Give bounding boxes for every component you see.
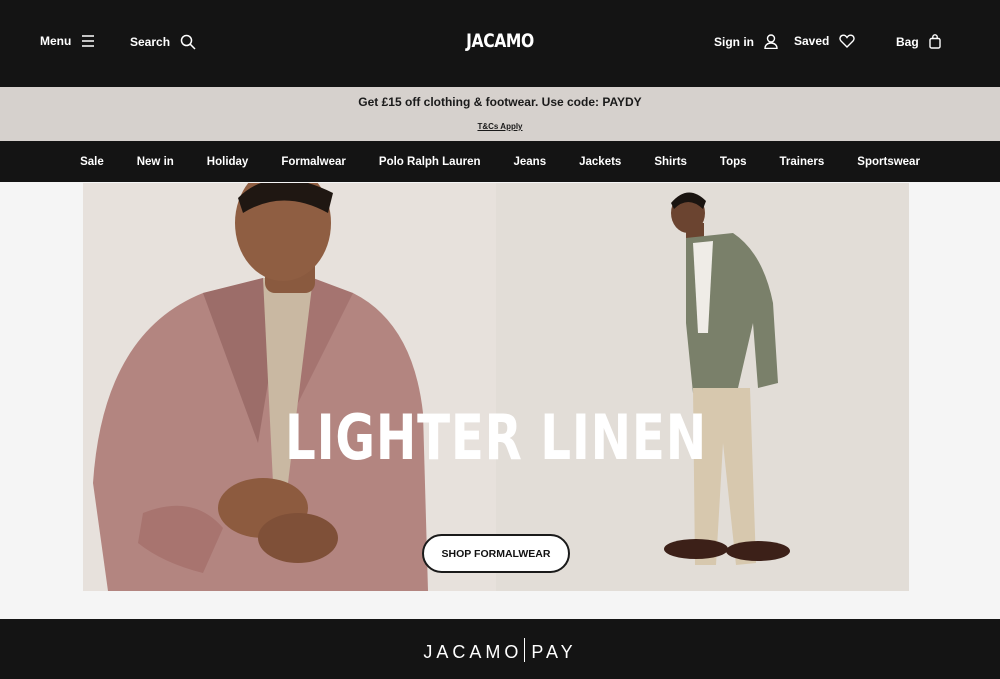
hero-model-left-image	[93, 183, 428, 591]
jacamo-pay-banner[interactable]: JACAMO PAY	[0, 619, 1000, 679]
user-icon	[764, 34, 778, 49]
nav-item-sale[interactable]: Sale	[80, 156, 104, 168]
saved-label: Saved	[794, 34, 830, 48]
nav-item-formalwear[interactable]: Formalwear	[281, 156, 346, 168]
pay-logo-left: JACAMO	[423, 641, 523, 662]
bag-button[interactable]: Bag	[896, 34, 941, 49]
bag-label: Bag	[896, 34, 919, 49]
jacamo-pay-logo: JACAMO PAY	[0, 638, 1000, 665]
menu-button[interactable]: Menu	[40, 34, 95, 48]
signin-button[interactable]: Sign in	[714, 34, 778, 49]
site-logo[interactable]: JACAMO	[90, 30, 910, 52]
signin-label: Sign in	[714, 34, 754, 49]
category-nav: Sale New in Holiday Formalwear Polo Ralp…	[0, 141, 1000, 182]
shop-formalwear-button[interactable]: SHOP FORMALWEAR	[422, 534, 570, 573]
hero-model-right-image	[664, 192, 790, 565]
nav-item-shirts[interactable]: Shirts	[654, 156, 687, 168]
nav-item-sportswear[interactable]: Sportswear	[857, 156, 920, 168]
nav-item-polo-ralph-lauren[interactable]: Polo Ralph Lauren	[379, 156, 481, 168]
terms-link[interactable]: T&Cs Apply	[0, 122, 1000, 131]
pay-logo-right: PAY	[531, 641, 577, 662]
menu-label: Menu	[40, 34, 72, 48]
pay-logo-divider	[524, 638, 526, 662]
nav-item-tops[interactable]: Tops	[720, 156, 747, 168]
nav-item-jackets[interactable]: Jackets	[579, 156, 621, 168]
promo-banner: Get £15 off clothing & footwear. Use cod…	[0, 87, 1000, 141]
saved-button[interactable]: Saved	[794, 34, 856, 48]
hero-banner[interactable]: LIGHTER LINEN SHOP FORMALWEAR	[83, 183, 909, 591]
hero-headline: LIGHTER LINEN	[284, 401, 708, 474]
site-header: Menu Search JACAMO Sign in Saved Bag	[0, 0, 1000, 87]
nav-item-new-in[interactable]: New in	[137, 156, 174, 168]
heart-icon	[839, 34, 856, 48]
nav-item-holiday[interactable]: Holiday	[207, 156, 249, 168]
bag-icon	[928, 34, 941, 49]
promo-message: Get £15 off clothing & footwear. Use cod…	[358, 95, 642, 109]
nav-item-trainers[interactable]: Trainers	[780, 156, 825, 168]
nav-item-jeans[interactable]: Jeans	[514, 156, 547, 168]
